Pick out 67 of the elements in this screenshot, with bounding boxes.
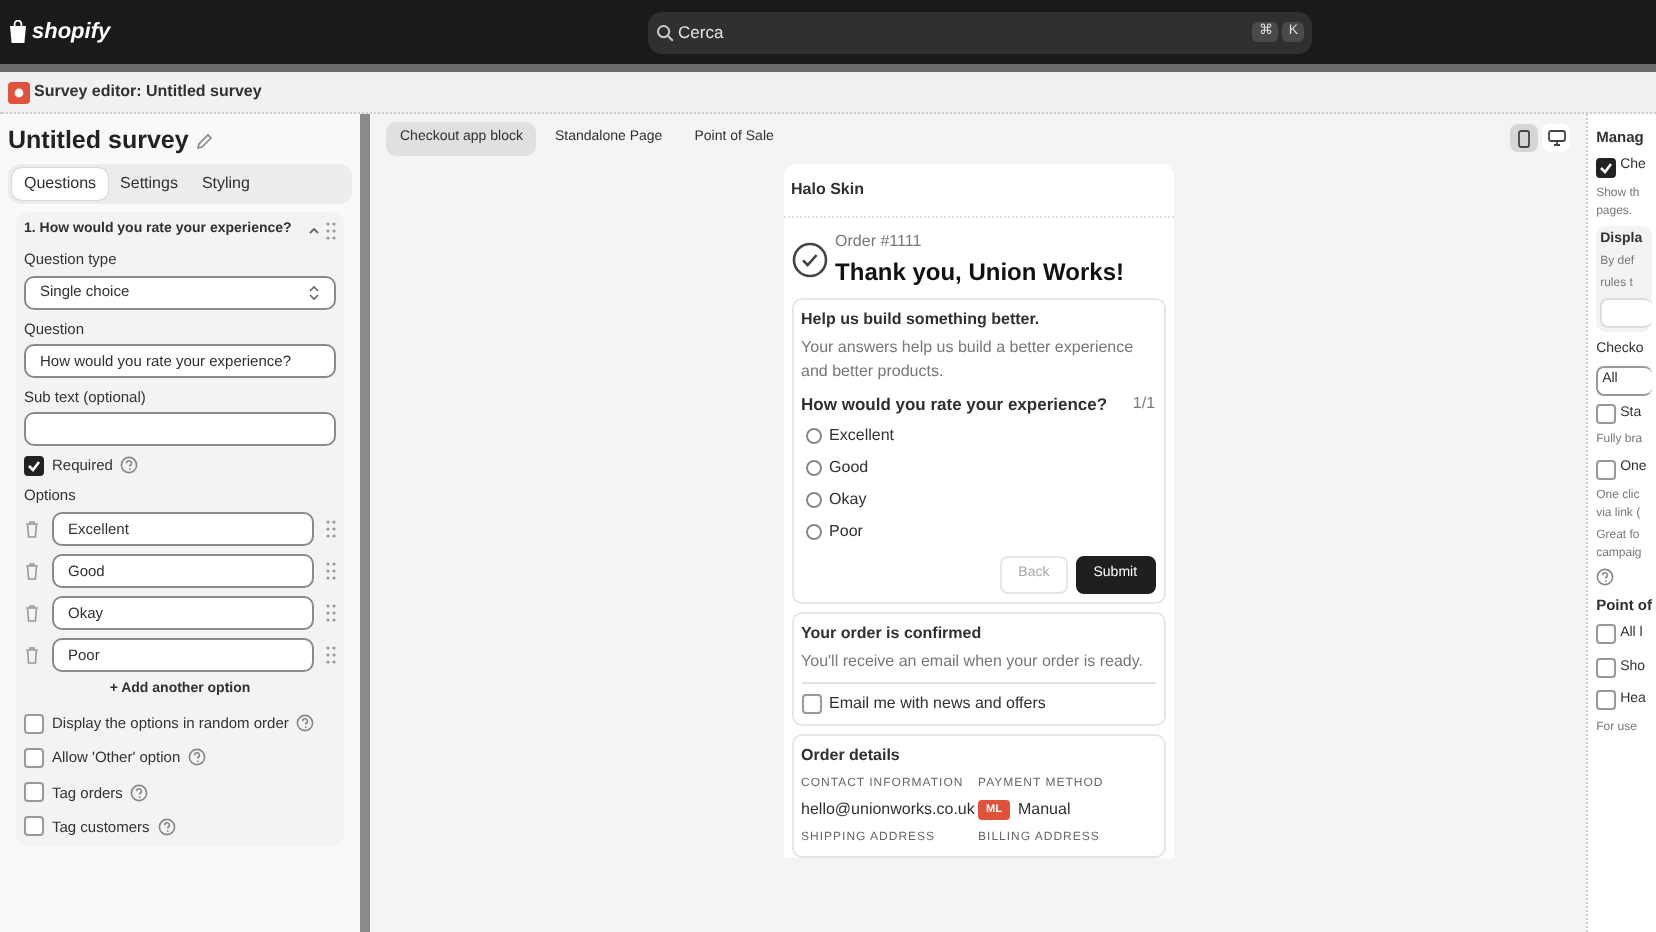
checkbox[interactable]: [24, 816, 44, 837]
drag-handle-icon[interactable]: [326, 561, 336, 579]
field-value: Manual: [1017, 797, 1071, 822]
survey-heading: Help us build something better.: [801, 307, 1042, 331]
choice-label: Okay: [829, 488, 867, 513]
order-details-title: Order details: [801, 743, 902, 768]
checkbox[interactable]: [1596, 657, 1617, 678]
choice-label: Poor: [829, 520, 863, 545]
choice-label: Excellent: [829, 424, 894, 449]
search-icon: [656, 23, 674, 41]
radio-button[interactable]: [805, 428, 822, 445]
check-circle-icon: [791, 241, 828, 277]
app-title: Survey editor: Untitled survey: [34, 80, 262, 104]
radio-button[interactable]: [805, 492, 822, 509]
checkbox[interactable]: [24, 782, 44, 803]
tab[interactable]: Styling: [189, 167, 262, 200]
shop-name: Halo Skin: [791, 177, 864, 201]
checkbox[interactable]: [1596, 624, 1617, 645]
help-icon: [157, 817, 176, 836]
drag-handle-icon[interactable]: [326, 519, 336, 537]
help-icon: [130, 783, 149, 802]
help-icon: [188, 748, 207, 767]
desktop-view-button[interactable]: [1542, 124, 1571, 153]
trash-icon[interactable]: [24, 603, 40, 621]
help-icon: [296, 714, 315, 733]
checkbox[interactable]: [24, 455, 44, 476]
select-arrows-icon: [308, 283, 320, 301]
drag-handle-icon[interactable]: [326, 221, 336, 239]
checkbox[interactable]: [24, 713, 44, 734]
drag-handle-icon[interactable]: [326, 603, 336, 621]
subtext-input[interactable]: [24, 412, 336, 446]
confirmation-text: You'll receive an email when your order is ready.: [801, 649, 1145, 674]
checkbox-label: Email me with news and offers: [829, 691, 1046, 716]
brand-logo-text: shopify: [32, 17, 111, 48]
checkbox[interactable]: [24, 747, 44, 768]
thank-you-heading: Thank you, Union Works!: [835, 255, 1124, 289]
mobile-view-button[interactable]: [1510, 124, 1539, 153]
help-icon: [120, 456, 139, 475]
drag-handle-icon[interactable]: [326, 645, 336, 663]
radio-button[interactable]: [805, 460, 822, 477]
pencil-icon[interactable]: [196, 131, 215, 150]
progress-count: 1/1: [1132, 391, 1156, 415]
monitor-icon: [1547, 130, 1566, 147]
checkbox[interactable]: [1596, 459, 1617, 479]
chevron-icon[interactable]: [306, 222, 322, 238]
phone-icon: [1518, 129, 1531, 148]
checkbox[interactable]: [1596, 690, 1617, 711]
survey-question: How would you rate your experience?: [801, 391, 1108, 417]
tab[interactable]: Settings: [108, 167, 190, 200]
survey-intro: Your answers help us build a better experience and better products.: [801, 335, 1136, 383]
tab[interactable]: Questions: [12, 167, 109, 200]
checkbox[interactable]: [801, 693, 822, 714]
choice-label: Good: [829, 456, 869, 481]
confirmation-title: Your order is confirmed: [801, 621, 984, 646]
app-logo-icon: [8, 81, 30, 103]
shopping-bag-icon: [8, 20, 28, 44]
radio-button[interactable]: [805, 524, 822, 541]
survey-title: Untitled survey: [8, 124, 189, 158]
field-value: hello@unionworks.co.uk: [801, 797, 975, 822]
search-placeholder: Cerca: [678, 19, 726, 45]
checkbox[interactable]: [1596, 404, 1617, 424]
order-number: Order #1111: [835, 229, 924, 253]
checkbox[interactable]: [1596, 157, 1617, 177]
help-icon: [1596, 567, 1615, 586]
trash-icon[interactable]: [24, 645, 40, 663]
trash-icon[interactable]: [24, 519, 40, 537]
trash-icon[interactable]: [24, 561, 40, 579]
